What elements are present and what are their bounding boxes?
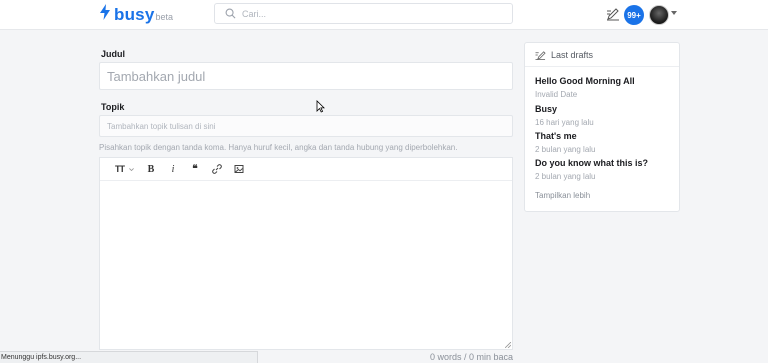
resize-handle[interactable] xyxy=(505,342,511,348)
notifications-badge[interactable]: 99+ xyxy=(624,5,644,25)
draft-date: 2 bulan yang lalu xyxy=(535,172,596,181)
draft-title[interactable]: Do you know what this is? xyxy=(535,158,648,168)
italic-icon: i xyxy=(171,163,175,175)
quote-button[interactable]: ❝ xyxy=(184,161,206,177)
topic-label: Topik xyxy=(101,102,125,112)
chevron-down-icon[interactable] xyxy=(671,11,677,15)
search-icon xyxy=(225,8,236,19)
heading-icon: TT xyxy=(115,164,125,174)
chevron-down-icon xyxy=(129,167,134,171)
user-avatar[interactable] xyxy=(649,5,669,25)
word-count: 0 words / 0 min baca xyxy=(430,352,514,362)
logo-text: busy xyxy=(114,5,155,24)
draft-date: 2 bulan yang lalu xyxy=(535,145,596,154)
show-more-link[interactable]: Tampilkan lebih xyxy=(535,191,590,200)
draft-title[interactable]: Hello Good Morning All xyxy=(535,76,635,86)
bold-icon: B xyxy=(147,163,155,175)
title-field[interactable] xyxy=(99,62,513,90)
draft-item[interactable]: Busy 16 hari yang lalu xyxy=(535,104,594,127)
browser-status-bar: Menunggu ipfs.busy.org... xyxy=(0,351,258,363)
italic-button[interactable]: i xyxy=(162,161,184,177)
search-box[interactable] xyxy=(214,3,513,24)
topic-hint: Pisahkan topik dengan tanda koma. Hanya … xyxy=(99,143,458,152)
draft-date: Invalid Date xyxy=(535,90,578,99)
logo-beta-label: beta xyxy=(155,12,174,22)
busy-logo[interactable]: busy beta xyxy=(100,4,173,25)
link-icon xyxy=(212,164,222,174)
last-drafts-header: Last drafts xyxy=(525,43,679,67)
bold-button[interactable]: B xyxy=(140,161,162,177)
heading-button[interactable]: TT xyxy=(110,161,140,177)
mouse-cursor-icon xyxy=(316,100,325,113)
drafts-icon xyxy=(535,50,546,60)
image-icon xyxy=(234,165,244,173)
top-navigation-bar: busy beta 99+ xyxy=(0,0,768,30)
search-input[interactable] xyxy=(242,8,492,19)
draft-item[interactable]: That's me 2 bulan yang lalu xyxy=(535,131,596,154)
topic-input[interactable] xyxy=(107,116,507,137)
lightning-bolt-icon xyxy=(100,4,110,20)
last-drafts-card: Last drafts Hello Good Morning All Inval… xyxy=(524,42,680,212)
editor-toolbar: TT B i ❝ xyxy=(100,158,512,181)
body-editor[interactable]: TT B i ❝ xyxy=(99,157,513,350)
write-post-icon[interactable] xyxy=(606,7,620,21)
topic-field[interactable] xyxy=(99,115,513,137)
last-drafts-title: Last drafts xyxy=(551,49,594,60)
draft-date: 16 hari yang lalu xyxy=(535,118,594,127)
draft-title[interactable]: Busy xyxy=(535,104,594,114)
draft-title[interactable]: That's me xyxy=(535,131,596,141)
quote-icon: ❝ xyxy=(192,163,198,175)
link-button[interactable] xyxy=(206,161,228,177)
draft-item[interactable]: Do you know what this is? 2 bulan yang l… xyxy=(535,158,648,181)
draft-item[interactable]: Hello Good Morning All Invalid Date xyxy=(535,76,635,99)
title-input[interactable] xyxy=(107,63,507,89)
image-button[interactable] xyxy=(228,161,250,177)
title-label: Judul xyxy=(101,49,125,59)
